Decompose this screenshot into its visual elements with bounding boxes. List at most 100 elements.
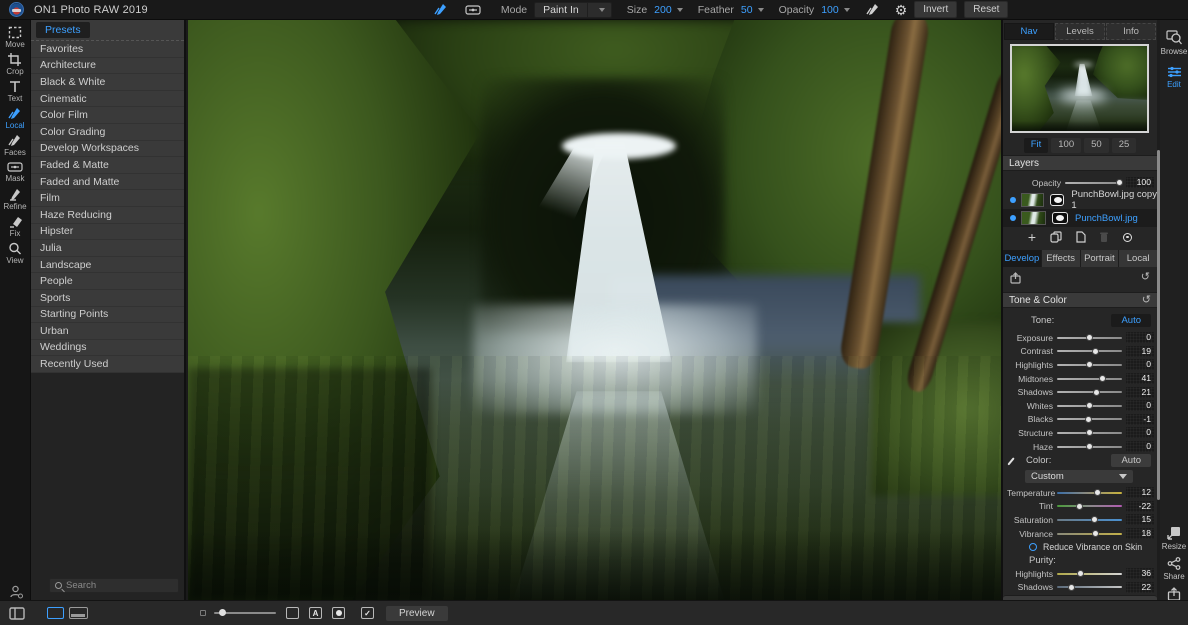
layer-opacity-knob[interactable]: [1115, 179, 1123, 187]
canvas-zoom-slider[interactable]: [214, 609, 276, 617]
mask-view-icon[interactable]: [332, 607, 345, 619]
slider-knob[interactable]: [1092, 388, 1100, 396]
preset-category[interactable]: Architecture: [31, 58, 184, 75]
slider-knob[interactable]: [1086, 361, 1093, 369]
zoom-knob[interactable]: [218, 609, 226, 617]
preset-category[interactable]: Landscape: [31, 257, 184, 274]
slider-knob[interactable]: [1090, 516, 1098, 524]
slider-value[interactable]: 18: [1126, 528, 1154, 540]
slider-value[interactable]: 12: [1126, 487, 1154, 499]
layer-thumbnail[interactable]: [1020, 193, 1044, 207]
preset-category[interactable]: Color Film: [31, 107, 184, 124]
preset-category[interactable]: Sports: [31, 290, 184, 307]
soft-proof-icon[interactable]: ✓: [361, 607, 374, 619]
zoom-button[interactable]: 25: [1111, 138, 1137, 153]
reset-panel-icon[interactable]: ↺: [1142, 294, 1151, 306]
slider-track[interactable]: [1057, 583, 1122, 591]
color-preset-dropdown[interactable]: Custom: [1025, 470, 1133, 483]
slider-track[interactable]: [1057, 415, 1122, 423]
slider-track[interactable]: [1057, 502, 1122, 510]
slider-value[interactable]: 21: [1126, 386, 1154, 398]
slider-track[interactable]: [1057, 361, 1122, 369]
slider-knob[interactable]: [1091, 347, 1099, 355]
nav-tab[interactable]: Nav: [1004, 23, 1054, 40]
slider-knob[interactable]: [1068, 583, 1076, 591]
chevron-down-icon[interactable]: [843, 7, 850, 12]
slider-track[interactable]: [1057, 489, 1122, 497]
preset-category[interactable]: Develop Workspaces: [31, 141, 184, 158]
zoom-out-icon[interactable]: [200, 610, 206, 616]
tool-crop[interactable]: Crop: [0, 53, 30, 80]
slider-knob[interactable]: [1086, 442, 1093, 450]
reset-all-settings-icon[interactable]: ↺: [1141, 272, 1150, 283]
preset-category[interactable]: Faded and Matte: [31, 174, 184, 191]
slider-track[interactable]: [1057, 334, 1122, 342]
left-panel-toggle-icon[interactable]: [9, 606, 25, 620]
preset-category[interactable]: Black & White: [31, 74, 184, 91]
save-preset-icon[interactable]: [1010, 271, 1021, 284]
add-layer-icon[interactable]: +: [1028, 230, 1036, 244]
preset-category[interactable]: Julia: [31, 240, 184, 257]
slider-value[interactable]: -22: [1126, 500, 1154, 512]
slider-value[interactable]: 15: [1126, 514, 1154, 526]
slider-value[interactable]: 0: [1126, 427, 1154, 439]
tool-local[interactable]: Local: [0, 107, 30, 134]
slider-knob[interactable]: [1099, 374, 1106, 382]
presets-tab[interactable]: Presets: [36, 22, 90, 38]
size-value[interactable]: 200: [654, 4, 672, 16]
slider-value[interactable]: 19: [1126, 345, 1154, 357]
compare-view-icon[interactable]: A: [309, 607, 322, 619]
rail-share[interactable]: Share: [1163, 557, 1185, 581]
slider-value[interactable]: 0: [1126, 359, 1154, 371]
preset-category[interactable]: People: [31, 273, 184, 290]
module-tab[interactable]: Develop: [1003, 250, 1041, 267]
layer-row[interactable]: PunchBowl.jpg: [1003, 209, 1157, 227]
layer-mask-thumbnail[interactable]: [1049, 194, 1065, 206]
filmstrip-view-icon[interactable]: [69, 607, 88, 619]
original-view-icon[interactable]: [286, 607, 299, 619]
nav-tab[interactable]: Info: [1106, 23, 1156, 40]
reset-tool-button[interactable]: Reset: [964, 1, 1009, 18]
slider-value[interactable]: 36: [1126, 568, 1154, 580]
layer-visibility-icon[interactable]: [1010, 215, 1016, 221]
opacity-value[interactable]: 100: [821, 4, 839, 16]
photo-canvas[interactable]: [188, 20, 1001, 600]
color-auto-button[interactable]: Auto: [1111, 454, 1151, 467]
rail-browse[interactable]: Browse: [1161, 30, 1187, 56]
preset-category[interactable]: Recently Used: [31, 356, 184, 373]
slider-track[interactable]: [1057, 529, 1122, 537]
layer-visibility-icon[interactable]: [1010, 197, 1016, 203]
reduce-vibrance-checkbox[interactable]: Reduce Vibrance on Skin: [1003, 540, 1157, 553]
preset-search[interactable]: [49, 578, 179, 593]
tool-fix[interactable]: Fix: [0, 215, 30, 242]
layer-opacity-value[interactable]: 100: [1126, 177, 1154, 189]
module-tab[interactable]: Portrait: [1080, 250, 1119, 267]
slider-value[interactable]: 0: [1126, 441, 1154, 453]
preset-category[interactable]: Film: [31, 190, 184, 207]
preset-category[interactable]: Urban: [31, 323, 184, 340]
slider-knob[interactable]: [1076, 502, 1084, 510]
module-tab[interactable]: Local: [1119, 250, 1157, 267]
preset-category[interactable]: Weddings: [31, 340, 184, 357]
tone-auto-button[interactable]: Auto: [1111, 314, 1151, 327]
module-tab[interactable]: Effects: [1041, 250, 1080, 267]
local-brush-icon[interactable]: [434, 3, 449, 16]
slider-track[interactable]: [1057, 374, 1122, 382]
invert-button[interactable]: Invert: [914, 1, 958, 18]
slider-track[interactable]: [1057, 347, 1122, 355]
slider-knob[interactable]: [1086, 402, 1093, 410]
preset-category[interactable]: Haze Reducing: [31, 207, 184, 224]
slider-knob[interactable]: [1076, 570, 1084, 578]
layer-opacity-track[interactable]: [1065, 179, 1123, 187]
nav-tab[interactable]: Levels: [1055, 23, 1105, 40]
preset-category[interactable]: Color Grading: [31, 124, 184, 141]
preset-category[interactable]: Faded & Matte: [31, 157, 184, 174]
duplicate-layer-icon[interactable]: [1050, 231, 1062, 243]
slider-value[interactable]: 41: [1126, 373, 1154, 385]
slider-track[interactable]: [1057, 388, 1122, 396]
single-view-icon[interactable]: [47, 607, 64, 619]
account-icon[interactable]: [9, 585, 23, 599]
slider-track[interactable]: [1057, 402, 1122, 410]
slider-knob[interactable]: [1086, 334, 1093, 342]
mode-dropdown[interactable]: Paint In: [534, 1, 612, 18]
